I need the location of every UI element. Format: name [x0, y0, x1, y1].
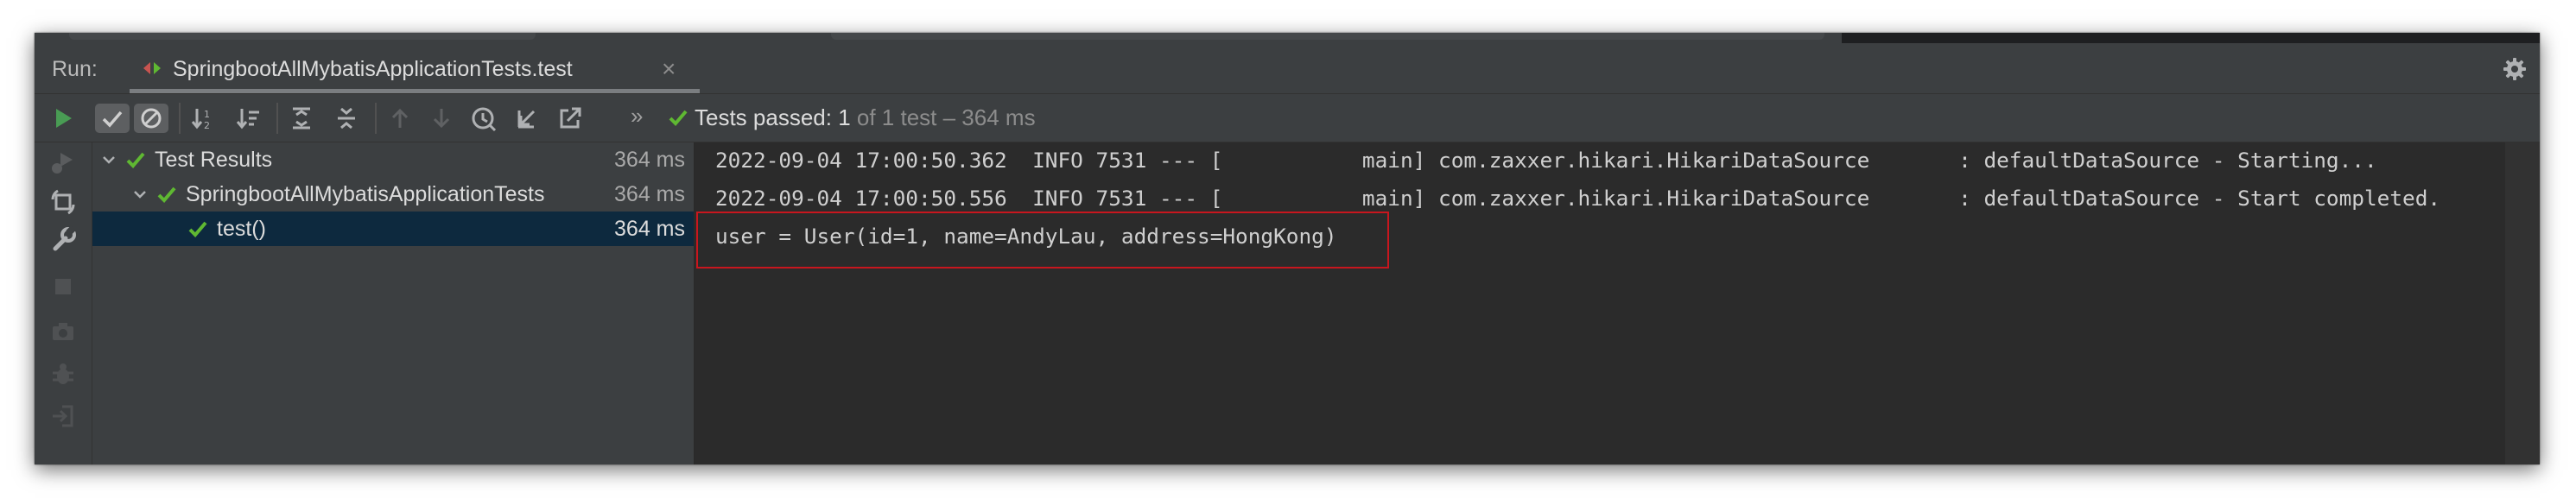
tree-row-test-method[interactable]: test() 364 ms — [92, 212, 694, 246]
toggle-auto-test-icon[interactable] — [48, 187, 78, 217]
expand-all-icon[interactable] — [287, 104, 316, 133]
console-line: 2022-09-04 17:00:50.556 INFO 7531 --- [ … — [715, 186, 2441, 211]
console-line: 2022-09-04 17:00:50.362 INFO 7531 --- [ … — [715, 148, 2377, 173]
editor-scrollbar[interactable] — [69, 33, 536, 40]
highlight-annotation-box — [696, 212, 1389, 268]
run-tool-window: Run: SpringbootAllMybatisApplicationTest… — [35, 33, 2540, 464]
top-strip — [35, 33, 2540, 43]
status-summary: of 1 test – 364 ms — [850, 104, 1036, 130]
exit-icon[interactable] — [48, 401, 78, 431]
svg-text:1: 1 — [204, 109, 210, 120]
rerun-failed-icon[interactable] — [48, 148, 78, 177]
passed-check-icon — [125, 149, 146, 170]
test-status: Tests passed: 1 of 1 test – 364 ms — [667, 104, 1036, 131]
side-action-strip — [35, 142, 92, 464]
status-prefix: Tests passed: — [695, 104, 839, 130]
passed-check-icon — [667, 106, 689, 129]
export-results-icon[interactable] — [555, 104, 585, 133]
passed-check-icon — [156, 184, 177, 205]
tree-row-test-class[interactable]: SpringbootAllMybatisApplicationTests 364… — [92, 177, 694, 212]
tree-row-test-results[interactable]: Test Results 364 ms — [92, 142, 694, 177]
run-config-tab[interactable]: SpringbootAllMybatisApplicationTests.tes… — [130, 43, 700, 93]
editor-area — [1842, 33, 2540, 43]
more-actions-icon[interactable]: » — [631, 103, 643, 129]
collapse-all-icon[interactable] — [332, 104, 361, 133]
show-ignored-icon[interactable] — [134, 104, 168, 133]
rerun-icon[interactable] — [48, 104, 78, 133]
console-output[interactable]: 2022-09-04 17:00:50.362 INFO 7531 --- [ … — [695, 142, 2540, 464]
sort-duration-icon[interactable] — [233, 104, 263, 133]
active-tab-underline — [130, 89, 700, 93]
run-config-icon — [142, 59, 162, 78]
stop-icon[interactable] — [48, 272, 78, 301]
test-runner-toolbar: 12 » Tests passed: 1 of 1 test – 364 ms — [35, 94, 2540, 142]
previous-failed-icon[interactable] — [385, 104, 415, 133]
toolbar-separator — [179, 103, 181, 134]
tree-row-duration: 364 ms — [611, 182, 685, 207]
wrench-icon[interactable] — [48, 225, 78, 255]
toolbar-separator — [276, 103, 278, 134]
chevron-down-icon[interactable] — [130, 185, 149, 204]
show-passed-icon[interactable] — [95, 104, 130, 133]
svg-text:2: 2 — [204, 120, 210, 131]
camera-icon[interactable] — [48, 317, 78, 346]
toolbar-separator — [375, 103, 377, 134]
tree-row-label: Test Results — [155, 148, 273, 172]
sort-alpha-icon[interactable]: 12 — [188, 104, 218, 133]
tree-row-duration: 364 ms — [611, 217, 685, 242]
gear-icon[interactable] — [2502, 56, 2528, 82]
tree-row-duration: 364 ms — [611, 148, 685, 173]
next-failed-icon[interactable] — [427, 104, 456, 133]
test-results-tree: Test Results 364 ms SpringbootAllMybatis… — [92, 142, 695, 464]
close-icon[interactable]: × — [662, 55, 676, 83]
console-scrollbar[interactable] — [2505, 142, 2540, 464]
editor-scrollbar[interactable] — [831, 33, 1824, 40]
debug-icon[interactable] — [48, 360, 78, 389]
import-tests-icon[interactable] — [511, 104, 541, 133]
chevron-down-icon[interactable] — [99, 150, 118, 169]
passed-check-icon — [187, 218, 208, 239]
tree-row-label: test() — [217, 217, 266, 241]
run-config-tab-title: SpringbootAllMybatisApplicationTests.tes… — [173, 57, 573, 81]
status-passed-count: 1 — [838, 104, 851, 130]
run-header: Run: SpringbootAllMybatisApplicationTest… — [35, 43, 2540, 94]
tree-row-label: SpringbootAllMybatisApplicationTests — [186, 182, 545, 206]
run-label: Run: — [52, 57, 98, 81]
test-history-icon[interactable] — [469, 104, 498, 133]
